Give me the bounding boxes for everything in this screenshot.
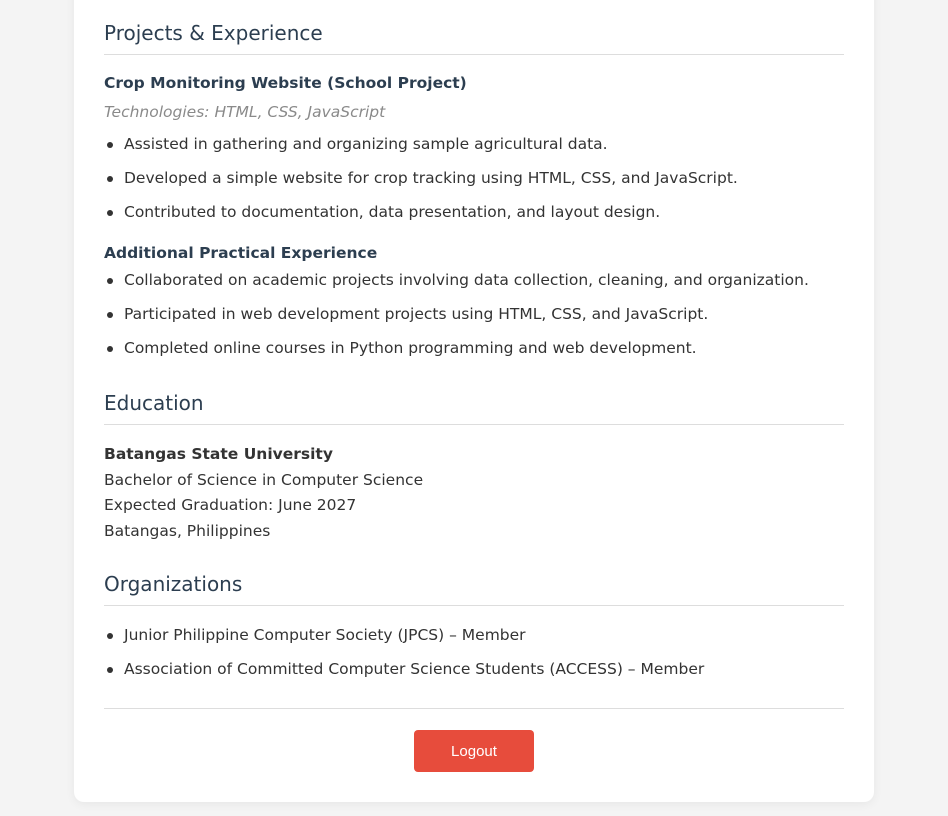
list-item: Contributed to documentation, data prese… xyxy=(104,202,844,236)
education-heading: Education xyxy=(104,391,844,425)
degree: Bachelor of Science in Computer Science xyxy=(104,470,424,489)
project-bullet-list: Assisted in gathering and organizing sam… xyxy=(104,134,844,236)
resume-card: Projects & Experience Crop Monitoring We… xyxy=(74,0,874,802)
projects-heading: Projects & Experience xyxy=(104,21,844,55)
list-item: Association of Committed Computer Scienc… xyxy=(104,659,844,693)
projects-section: Projects & Experience Crop Monitoring We… xyxy=(104,21,844,372)
footer-divider xyxy=(104,708,844,709)
project-technologies: Technologies: HTML, CSS, JavaScript xyxy=(104,103,386,121)
school-location: Batangas, Philippines xyxy=(104,521,271,540)
list-item: Assisted in gathering and organizing sam… xyxy=(104,134,844,168)
list-item: Developed a simple website for crop trac… xyxy=(104,168,844,202)
list-item: Collaborated on academic projects involv… xyxy=(104,270,844,304)
list-item: Completed online courses in Python progr… xyxy=(104,338,844,372)
organizations-heading: Organizations xyxy=(104,572,844,606)
project-title: Crop Monitoring Website (School Project) xyxy=(104,74,467,92)
graduation-date: Expected Graduation: June 2027 xyxy=(104,496,357,514)
additional-experience-title: Additional Practical Experience xyxy=(104,244,378,262)
education-section: Education Batangas State University Bach… xyxy=(104,391,844,546)
list-item: Junior Philippine Computer Society (JPCS… xyxy=(104,625,844,659)
additional-bullet-list: Collaborated on academic projects involv… xyxy=(104,270,844,372)
list-item: Participated in web development projects… xyxy=(104,304,844,338)
organizations-list: Junior Philippine Computer Society (JPCS… xyxy=(104,625,844,693)
logout-button[interactable]: Logout xyxy=(414,730,534,772)
organizations-section: Organizations Junior Philippine Computer… xyxy=(104,572,844,693)
school-name: Batangas State University xyxy=(104,445,333,463)
